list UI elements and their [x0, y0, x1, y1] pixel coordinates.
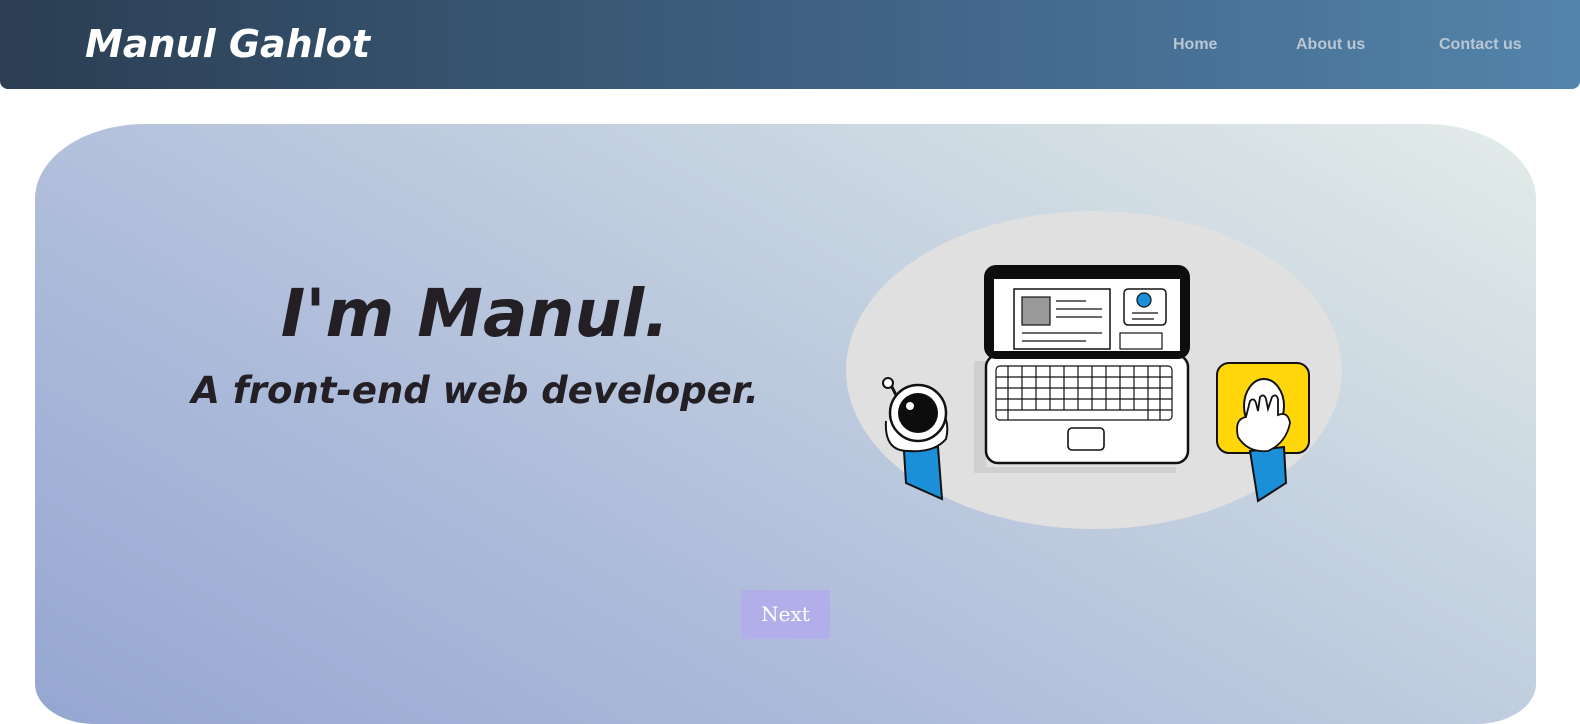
laptop-device: [974, 265, 1190, 473]
brand-logo[interactable]: Manul Gahlot: [85, 18, 370, 70]
nav-contact-link[interactable]: Contact us: [1439, 34, 1522, 56]
nav-about-link[interactable]: About us: [1296, 34, 1365, 56]
hero-section: I'm Manul. A front-end web developer. Ne…: [35, 124, 1536, 724]
nav-home-link[interactable]: Home: [1173, 34, 1217, 56]
hero-title: I'm Manul.: [280, 275, 670, 352]
next-button[interactable]: Next: [741, 590, 830, 639]
hero-subtitle: A front-end web developer.: [191, 369, 759, 412]
laptop-illustration: [846, 211, 1342, 529]
top-navbar: Manul Gahlot Home About us Contact us: [0, 0, 1580, 89]
